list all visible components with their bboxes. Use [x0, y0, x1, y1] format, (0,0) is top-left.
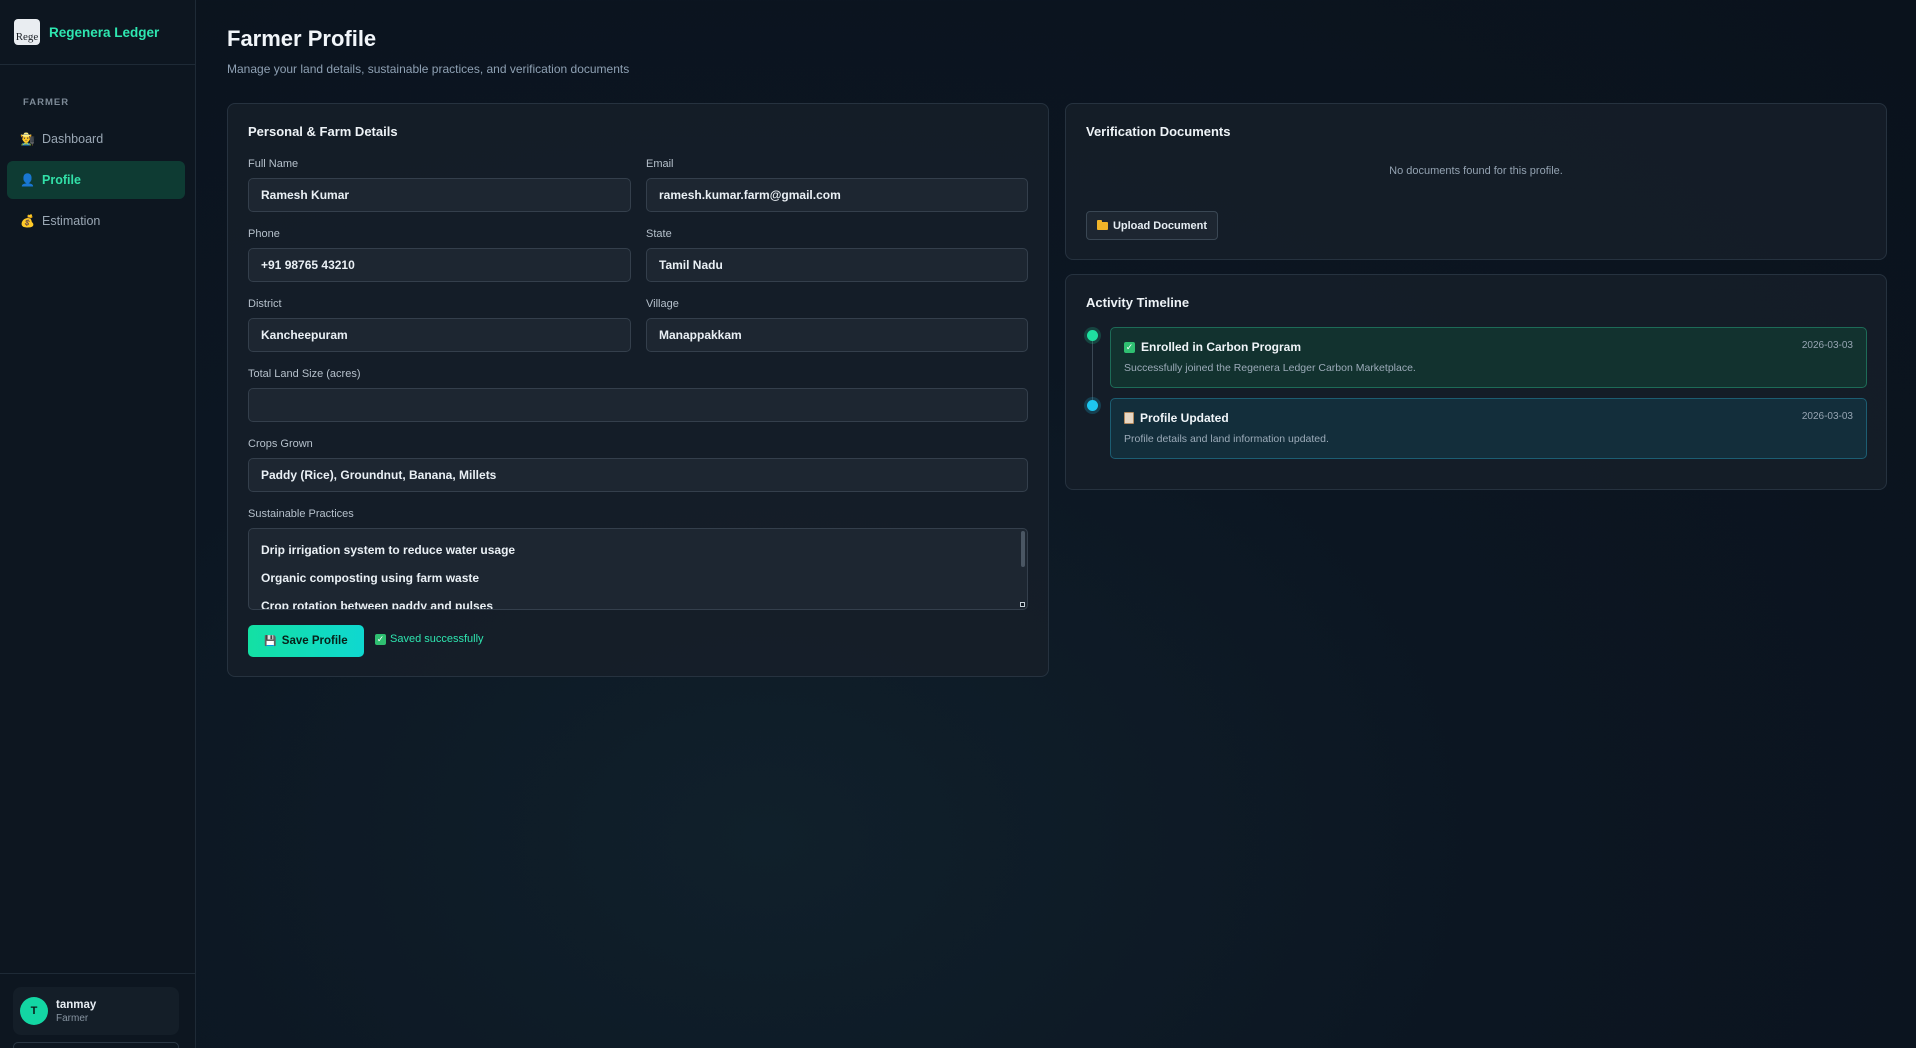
upload-document-label: Upload Document	[1112, 219, 1208, 232]
money-bag-icon: 💰	[20, 214, 35, 228]
brand-logo: Rege	[14, 19, 40, 45]
state-label: State	[646, 228, 672, 240]
full-name-field[interactable]: Ramesh Kumar	[248, 178, 631, 212]
user-role: Farmer	[56, 1012, 89, 1024]
timeline-event-desc: Profile details and land information upd…	[1124, 433, 1329, 445]
clipboard-icon	[1124, 412, 1134, 424]
sidebar-item-label: Estimation	[42, 214, 101, 228]
card-title: Activity Timeline	[1086, 295, 1190, 310]
logout-button[interactable]	[13, 1042, 179, 1048]
sidebar-item-estimation[interactable]: 💰 Estimation	[7, 202, 185, 240]
user-name: tanmay	[56, 998, 97, 1011]
page-subtitle: Manage your land details, sustainable pr…	[227, 62, 630, 76]
save-profile-button[interactable]: 💾 Save Profile	[248, 625, 364, 657]
textarea-scrollbar[interactable]	[1021, 531, 1025, 567]
avatar: T	[20, 997, 48, 1025]
save-profile-label: Save Profile	[281, 635, 348, 647]
practices-textarea[interactable]: Drip irrigation system to reduce water u…	[248, 528, 1028, 610]
sidebar-item-label: Dashboard	[42, 132, 104, 146]
practice-line: Organic composting using farm waste	[261, 571, 480, 585]
phone-field[interactable]: +91 98765 43210	[248, 248, 631, 282]
land-size-label: Total Land Size (acres)	[248, 368, 361, 380]
sidebar-item-dashboard[interactable]: 👨‍🌾 Dashboard	[7, 120, 185, 158]
timeline-event-date: 2026-03-03	[1801, 340, 1853, 351]
empty-state: No documents found for this profile.	[1389, 165, 1563, 177]
crops-label: Crops Grown	[248, 438, 313, 450]
save-status: ✓ Saved successfully	[375, 633, 484, 645]
folder-icon	[1096, 219, 1108, 230]
state-field[interactable]: Tamil Nadu	[646, 248, 1028, 282]
check-mark-icon: ✓	[1124, 341, 1135, 353]
timeline-event-title: Enrolled in Carbon Program	[1141, 340, 1302, 354]
district-field[interactable]: Kancheepuram	[248, 318, 631, 352]
practice-line: Crop rotation between paddy and pulses	[261, 599, 494, 610]
sidebar-nav: 👨‍🌾 Dashboard 👤 Profile 💰 Estimation	[0, 120, 195, 240]
floppy-disk-icon: 💾	[264, 635, 277, 647]
crops-field[interactable]: Paddy (Rice), Groundnut, Banana, Millets	[248, 458, 1028, 492]
user-icon: 👤	[20, 173, 35, 187]
brand-name: Regenera Ledger	[49, 24, 160, 40]
full-name-label: Full Name	[248, 158, 299, 170]
personal-farm-details-card: Personal & Farm Details Full Name Ramesh…	[227, 103, 1049, 677]
page-title: Farmer Profile	[227, 26, 377, 51]
timeline-event-title: Profile Updated	[1140, 411, 1229, 425]
practice-line: Drip irrigation system to reduce water u…	[261, 543, 516, 557]
timeline-dot	[1087, 330, 1098, 341]
timeline-event-date: 2026-03-03	[1801, 411, 1853, 422]
land-size-field[interactable]	[248, 388, 1028, 422]
verification-documents-card: Verification Documents No documents foun…	[1065, 103, 1887, 260]
sidebar: Rege Regenera Ledger FARMER 👨‍🌾 Dashboar…	[0, 0, 196, 1048]
brand[interactable]: Rege Regenera Ledger	[0, 0, 195, 65]
email-field[interactable]: ramesh.kumar.farm@gmail.com	[646, 178, 1028, 212]
timeline-event-title-row: ✓ Enrolled in Carbon Program	[1124, 340, 1853, 354]
practices-label: Sustainable Practices	[248, 508, 354, 520]
card-title: Verification Documents	[1086, 124, 1231, 139]
activity-timeline-card: Activity Timeline ✓ Enrolled in Carbon P…	[1065, 274, 1887, 490]
district-label: District	[248, 298, 282, 310]
village-field[interactable]: Manappakkam	[646, 318, 1028, 352]
check-mark-icon: ✓	[375, 633, 386, 645]
timeline-event-desc: Successfully joined the Regenera Ledger …	[1124, 362, 1416, 374]
sidebar-divider	[0, 973, 196, 974]
farmer-icon: 👨‍🌾	[20, 132, 35, 146]
timeline-line	[1092, 337, 1093, 407]
card-title: Personal & Farm Details	[248, 124, 398, 139]
timeline-event: ✓ Enrolled in Carbon Program Successfull…	[1110, 327, 1867, 388]
sidebar-item-label: Profile	[42, 173, 81, 187]
sidebar-section-label: FARMER	[23, 97, 70, 108]
sidebar-item-profile[interactable]: 👤 Profile	[7, 161, 185, 199]
upload-document-button[interactable]: Upload Document	[1086, 211, 1218, 240]
textarea-resize-handle[interactable]	[1020, 602, 1025, 607]
timeline-event-title-row: Profile Updated	[1124, 411, 1853, 425]
phone-label: Phone	[248, 228, 280, 240]
save-status-text: Saved successfully	[390, 633, 484, 645]
email-label: Email	[646, 158, 674, 170]
timeline-event: Profile Updated Profile details and land…	[1110, 398, 1867, 459]
user-card[interactable]: T tanmay Farmer	[13, 987, 179, 1035]
timeline-dot	[1087, 400, 1098, 411]
village-label: Village	[646, 298, 679, 310]
